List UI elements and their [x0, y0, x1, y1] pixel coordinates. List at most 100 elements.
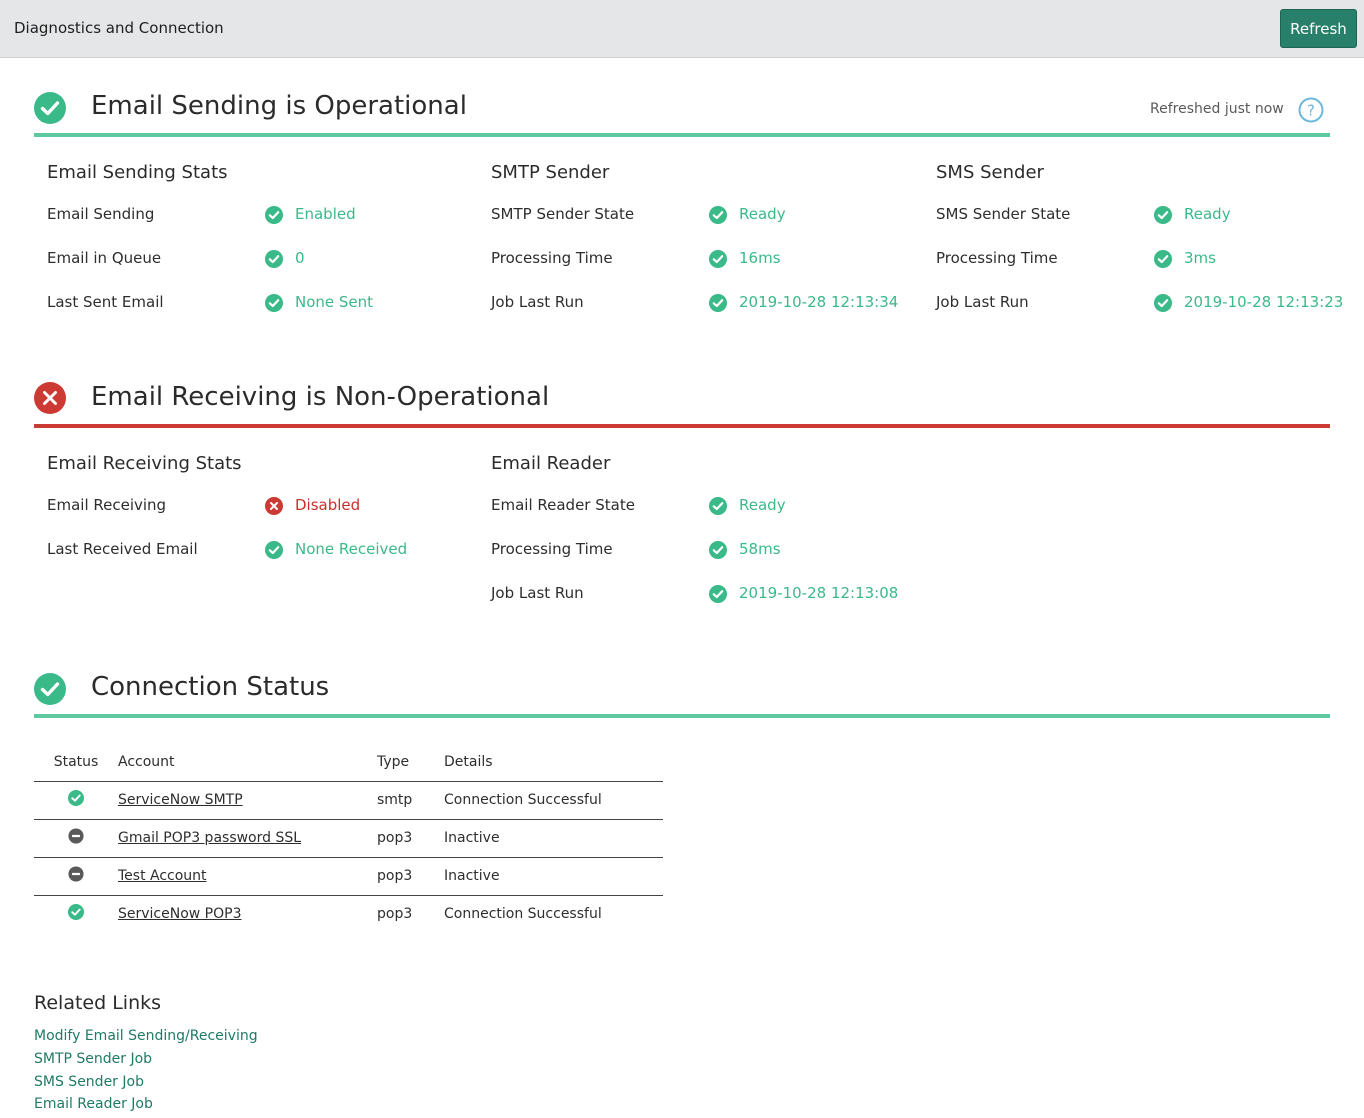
group-title: SMTP Sender	[491, 162, 610, 183]
stat-label: Email Receiving	[47, 496, 167, 514]
email-receiving-title: Email Receiving is Non-Operational	[91, 382, 550, 412]
check-circle-icon	[709, 206, 727, 224]
table-row: ServiceNow SMTP smtp Connection Successful	[34, 781, 663, 820]
section-divider	[34, 424, 1330, 428]
refreshed-status: Refreshed just now	[1150, 101, 1284, 117]
column-header-status: Status	[34, 744, 118, 782]
help-icon[interactable]: ?	[1298, 97, 1324, 123]
column-header-type: Type	[377, 744, 444, 782]
stat-value: Ready	[739, 496, 786, 514]
stat-value: None Sent	[295, 293, 374, 311]
stat-value: Ready	[739, 205, 786, 223]
check-circle-icon	[265, 541, 283, 559]
stat-value: 0	[295, 249, 305, 267]
details-cell: Connection Successful	[444, 906, 602, 923]
details-cell: Connection Successful	[444, 781, 663, 820]
stat-label: Job Last Run	[491, 293, 584, 311]
stat-label: Processing Time	[491, 249, 613, 267]
check-circle-icon	[34, 92, 66, 124]
check-circle-icon	[1154, 250, 1172, 268]
group-title: SMS Sender	[936, 162, 1044, 183]
check-circle-icon	[68, 904, 84, 924]
header-bar: Diagnostics and Connection Refresh	[0, 0, 1364, 58]
column-header-account: Account	[118, 744, 377, 782]
inactive-circle-icon	[68, 866, 84, 886]
check-circle-icon	[709, 294, 727, 312]
account-cell: Test Account	[118, 857, 377, 896]
check-circle-icon	[68, 790, 84, 810]
type-cell: pop3	[377, 819, 444, 858]
account-cell: ServiceNow POP3	[118, 895, 377, 933]
account-cell: Gmail POP3 password SSL	[118, 819, 377, 858]
stat-value: 16ms	[739, 249, 781, 267]
group-title: Email Sending Stats	[47, 162, 228, 183]
stat-label: Email Sending	[47, 205, 155, 223]
check-circle-icon	[265, 250, 283, 268]
link-email-reader-job[interactable]: Email Reader Job	[34, 1096, 153, 1112]
table-row: Gmail POP3 password SSL pop3 Inactive	[34, 819, 663, 858]
stat-label: Email Reader State	[491, 496, 635, 514]
account-link[interactable]: ServiceNow SMTP	[118, 792, 243, 808]
table-row: Test Account pop3 Inactive	[34, 857, 663, 896]
stat-label: Last Received Email	[47, 540, 198, 558]
account-cell: ServiceNow SMTP	[118, 781, 377, 820]
error-circle-icon	[34, 382, 66, 414]
stat-label: Processing Time	[491, 540, 613, 558]
stat-value: Enabled	[295, 205, 356, 223]
type-cell: smtp	[377, 781, 444, 820]
column-header-details: Details	[444, 744, 663, 782]
type-cell: pop3	[377, 906, 413, 923]
stat-value: 3ms	[1184, 249, 1216, 267]
check-circle-icon	[265, 294, 283, 312]
connection-table: Status Account Type Details ServiceNow S…	[34, 744, 663, 933]
email-sending-title: Email Sending is Operational	[91, 91, 467, 121]
check-circle-icon	[1154, 294, 1172, 312]
stat-label: Job Last Run	[936, 293, 1029, 311]
link-modify-email[interactable]: Modify Email Sending/Receiving	[34, 1028, 258, 1044]
section-divider	[34, 714, 1330, 718]
status-cell	[34, 895, 118, 933]
check-circle-icon	[709, 541, 727, 559]
svg-text:?: ?	[1307, 102, 1315, 120]
check-circle-icon	[709, 250, 727, 268]
details-cell: Inactive	[444, 857, 663, 896]
link-smtp-sender-job[interactable]: SMTP Sender Job	[34, 1051, 152, 1067]
related-links-title: Related Links	[34, 992, 162, 1014]
account-link[interactable]: ServiceNow POP3	[118, 906, 242, 922]
group-title: Email Reader	[491, 453, 611, 474]
status-cell	[34, 781, 118, 820]
stat-value: Disabled	[295, 496, 361, 514]
error-circle-icon	[265, 497, 283, 515]
status-cell	[34, 819, 118, 858]
stat-label: Processing Time	[936, 249, 1058, 267]
check-circle-icon	[1154, 206, 1172, 224]
status-cell	[34, 857, 118, 896]
table-row: ServiceNow POP3 pop3 Connection Successful	[34, 895, 663, 933]
refresh-button[interactable]: Refresh	[1280, 9, 1357, 48]
stat-label: SMS Sender State	[936, 205, 1071, 223]
stat-value: 2019-10-28 12:13:23	[1184, 293, 1344, 311]
check-circle-icon	[709, 585, 727, 603]
stat-value: 2019-10-28 12:13:08	[739, 584, 899, 602]
inactive-circle-icon	[68, 828, 84, 848]
section-divider	[34, 133, 1330, 137]
stat-label: Last Sent Email	[47, 293, 164, 311]
stat-label: Job Last Run	[491, 584, 584, 602]
stat-label: SMTP Sender State	[491, 205, 635, 223]
page-title: Diagnostics and Connection	[14, 19, 224, 37]
stat-value: 2019-10-28 12:13:34	[739, 293, 899, 311]
account-link[interactable]: Test Account	[118, 868, 207, 884]
details-cell: Inactive	[444, 819, 663, 858]
type-cell: pop3	[377, 857, 444, 896]
check-circle-icon	[709, 497, 727, 515]
table-header-row: Status Account Type Details	[34, 744, 663, 782]
stat-value: None Received	[295, 540, 408, 558]
connection-status-title: Connection Status	[91, 672, 330, 702]
stat-label: Email in Queue	[47, 249, 162, 267]
check-circle-icon	[265, 206, 283, 224]
stat-value: 58ms	[739, 540, 781, 558]
account-link[interactable]: Gmail POP3 password SSL	[118, 830, 301, 846]
stat-value: Ready	[1184, 205, 1231, 223]
link-sms-sender-job[interactable]: SMS Sender Job	[34, 1074, 144, 1090]
group-title: Email Receiving Stats	[47, 453, 242, 474]
